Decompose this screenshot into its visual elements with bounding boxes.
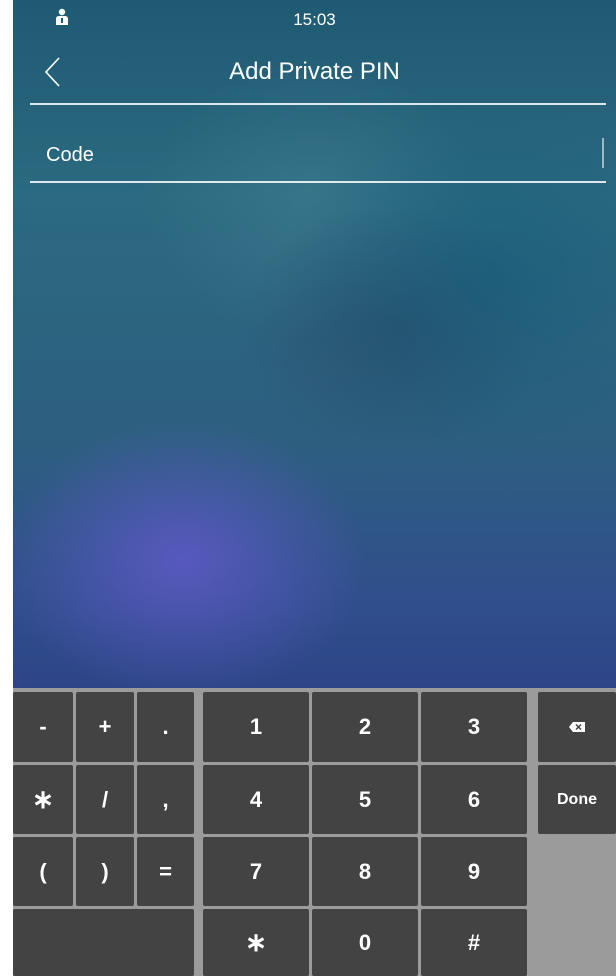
key-5[interactable]: 5 — [312, 765, 418, 834]
key-3[interactable]: 3 — [421, 692, 527, 762]
key-hash[interactable]: # — [421, 909, 527, 976]
key-0[interactable]: 0 — [312, 909, 418, 976]
key-asterisk-symbol[interactable]: ∗ — [13, 765, 73, 834]
status-bar: 15:03 — [13, 0, 616, 36]
key-equals[interactable]: = — [137, 837, 194, 906]
key-4[interactable]: 4 — [203, 765, 309, 834]
code-field-divider — [30, 181, 606, 183]
done-button[interactable]: Done — [538, 765, 616, 834]
key-space[interactable] — [13, 909, 194, 976]
backspace-icon — [569, 722, 585, 732]
header-divider — [30, 103, 606, 105]
screen: 15:03 Add Private PIN Code - + . ∗ / , (… — [13, 0, 616, 976]
key-comma[interactable]: , — [137, 765, 194, 834]
key-plus[interactable]: + — [76, 692, 134, 762]
code-field-row[interactable]: Code — [30, 124, 606, 182]
key-2[interactable]: 2 — [312, 692, 418, 762]
header: Add Private PIN — [13, 40, 616, 104]
key-minus[interactable]: - — [13, 692, 73, 762]
text-cursor — [602, 138, 604, 168]
key-slash[interactable]: / — [76, 765, 134, 834]
key-open-paren[interactable]: ( — [13, 837, 73, 906]
key-close-paren[interactable]: ) — [76, 837, 134, 906]
key-7[interactable]: 7 — [203, 837, 309, 906]
key-8[interactable]: 8 — [312, 837, 418, 906]
code-input[interactable] — [120, 136, 594, 172]
code-label: Code — [46, 144, 94, 166]
key-9[interactable]: 9 — [421, 837, 527, 906]
backspace-button[interactable] — [538, 692, 616, 762]
numeric-keyboard: - + . ∗ / , ( ) = 1 2 3 4 5 6 7 8 9 ∗ 0 … — [13, 688, 616, 976]
status-time: 15:03 — [293, 10, 336, 29]
key-1[interactable]: 1 — [203, 692, 309, 762]
key-period[interactable]: . — [137, 692, 194, 762]
key-6[interactable]: 6 — [421, 765, 527, 834]
page-title: Add Private PIN — [229, 58, 400, 85]
key-asterisk[interactable]: ∗ — [203, 909, 309, 976]
